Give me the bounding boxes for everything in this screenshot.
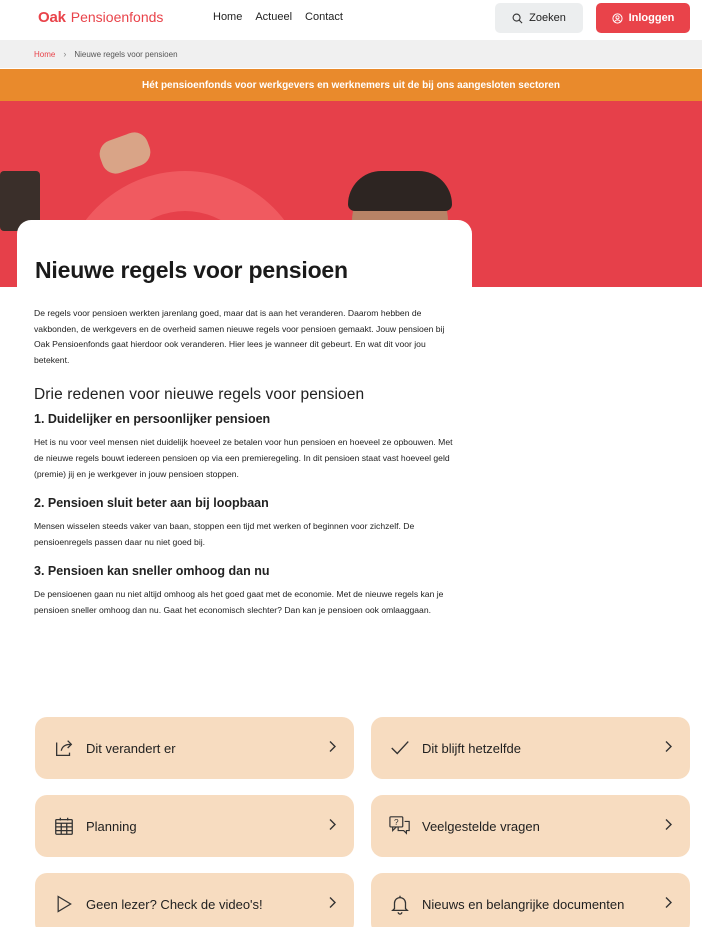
share-icon: [52, 736, 76, 760]
logo[interactable]: Oak Pensioenfonds: [38, 9, 163, 26]
intro-paragraph: De regels voor pensioen werkten jarenlan…: [34, 308, 445, 365]
tile-veelgestelde-vragen[interactable]: ? Veelgestelde vragen: [371, 795, 690, 857]
user-circle-icon: [611, 12, 623, 24]
chevron-right-icon: [664, 819, 673, 834]
tile-dit-verandert-er[interactable]: Dit verandert er: [35, 717, 354, 779]
tile-planning[interactable]: Planning: [35, 795, 354, 857]
nav-home[interactable]: Home: [213, 11, 242, 23]
tile-label: Veelgestelde vragen: [422, 818, 540, 834]
hero-hand: [95, 128, 155, 178]
tile-label: Planning: [86, 818, 137, 834]
site-header: Oak Pensioenfonds Home Actueel Contact Z…: [0, 0, 702, 40]
nav-contact[interactable]: Contact: [305, 11, 343, 23]
tile-label: Dit blijft hetzelfde: [422, 740, 521, 756]
chevron-right-icon: [328, 819, 337, 834]
reason-title-1: 1. Duidelijker en persoonlijker pensioen: [34, 412, 271, 427]
tile-label: Nieuws en belangrijke documenten: [422, 896, 625, 912]
chevron-right-icon: [664, 741, 673, 756]
tagline-banner: Hét pensioenfonds voor werkgevers en wer…: [0, 69, 702, 101]
search-label: Zoeken: [529, 12, 566, 24]
hero-hair: [348, 171, 452, 211]
main-nav: Home Actueel Contact: [213, 11, 343, 23]
breadcrumb-home[interactable]: Home: [34, 50, 55, 59]
tile-dit-blijft-hetzelfde[interactable]: Dit blijft hetzelfde: [371, 717, 690, 779]
svg-text:?: ?: [394, 818, 399, 827]
login-label: Inloggen: [628, 12, 675, 24]
breadcrumb: Home › Nieuwe regels voor pensioen: [0, 40, 702, 68]
logo-name: Pensioenfonds: [70, 9, 164, 25]
article-body: De regels voor pensioen werkten jarenlan…: [34, 306, 454, 619]
play-icon: [52, 892, 76, 916]
login-button[interactable]: Inloggen: [596, 3, 690, 33]
page-title: Nieuwe regels voor pensioen: [35, 257, 348, 283]
reason-title-2: 2. Pensioen sluit beter aan bij loopbaan: [34, 496, 269, 511]
nav-actueel[interactable]: Actueel: [255, 11, 292, 23]
tagline-text: Hét pensioenfonds voor werkgevers en wer…: [142, 79, 560, 91]
logo-mark: Oak: [38, 9, 66, 26]
question-chat-icon: ?: [388, 814, 412, 838]
chevron-right-icon: [664, 897, 673, 912]
tile-video[interactable]: Geen lezer? Check de video's!: [35, 873, 354, 927]
tile-label: Dit verandert er: [86, 740, 176, 756]
bell-icon: [388, 892, 412, 916]
checkmark-icon: [388, 736, 412, 760]
calendar-icon: [52, 814, 76, 838]
tile-label: Geen lezer? Check de video's!: [86, 896, 263, 912]
reason-text-3: De pensioenen gaan nu niet altijd omhoog…: [34, 589, 444, 615]
breadcrumb-current: Nieuwe regels voor pensioen: [74, 49, 178, 59]
reason-title-3: 3. Pensioen kan sneller omhoog dan nu: [34, 564, 270, 579]
chevron-right-icon: [328, 741, 337, 756]
reasons-heading: Drie redenen voor nieuwe regels voor pen…: [34, 386, 365, 404]
reason-text-2: Mensen wisselen steeds vaker van baan, s…: [34, 521, 415, 547]
search-icon: [512, 13, 523, 24]
chevron-right-icon: [328, 897, 337, 912]
chevron-right-icon: ›: [63, 49, 67, 59]
search-button[interactable]: Zoeken: [495, 3, 583, 33]
tile-nieuws-documenten[interactable]: Nieuws en belangrijke documenten: [371, 873, 690, 927]
reason-text-1: Het is nu voor veel mensen niet duidelij…: [34, 437, 453, 479]
